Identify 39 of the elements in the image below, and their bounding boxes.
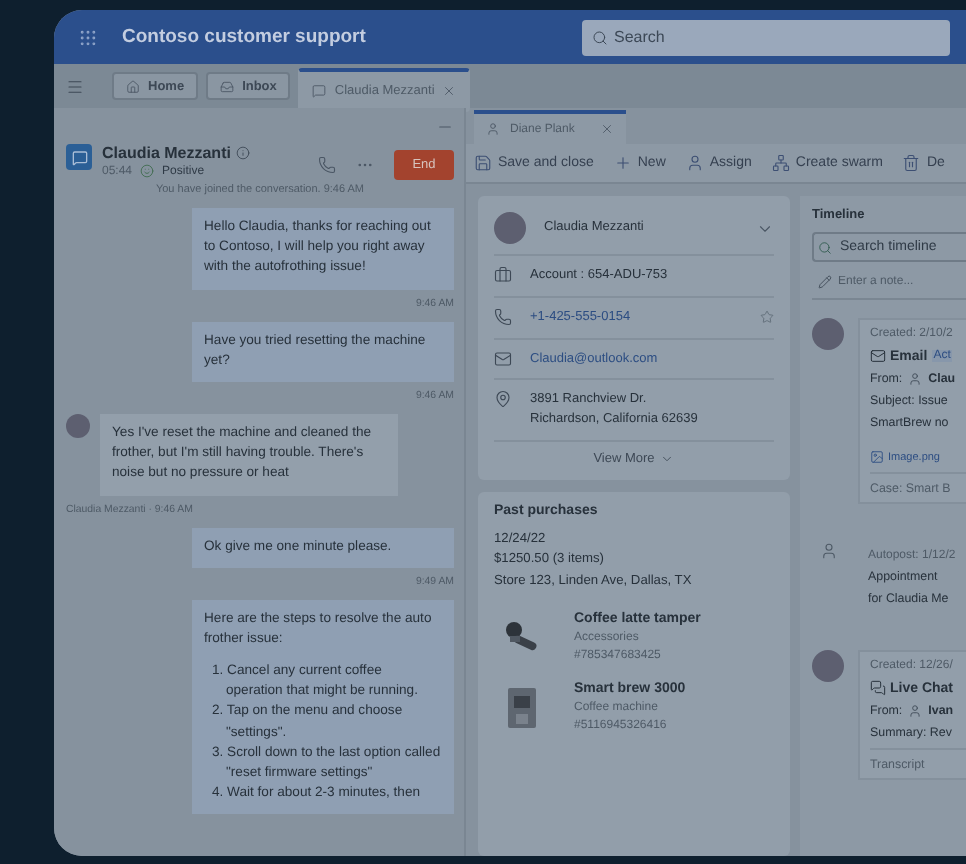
- chevron-down-icon: [660, 451, 675, 466]
- close-icon[interactable]: [442, 84, 457, 98]
- image-icon: [870, 450, 884, 464]
- save-icon: [474, 154, 492, 172]
- smile-icon: [140, 164, 155, 178]
- person-icon: [908, 704, 923, 718]
- person-icon: [908, 372, 923, 386]
- mail-icon: [870, 348, 886, 364]
- app-title: Contoso customer support: [122, 26, 368, 48]
- info-icon: [236, 146, 251, 160]
- close-icon[interactable]: [600, 122, 614, 136]
- search-icon: [592, 29, 608, 45]
- network-icon: [771, 154, 790, 172]
- map-pin-icon: [494, 390, 512, 409]
- pencil-icon: [818, 275, 832, 290]
- chat-channel-icon: [66, 144, 92, 170]
- trash-icon: [902, 154, 921, 172]
- plus-icon: [613, 154, 632, 172]
- avatar: [812, 650, 844, 682]
- person-icon: [685, 154, 704, 172]
- phone-icon: [494, 308, 512, 327]
- mail-icon: [494, 349, 512, 368]
- person-icon: [819, 542, 837, 560]
- customer-name: Claudia Mezzanti: [102, 144, 231, 162]
- menu-icon[interactable]: [66, 77, 84, 95]
- search-field[interactable]: Search: [582, 19, 950, 55]
- avatar: [812, 318, 844, 350]
- inbox-icon: [220, 79, 235, 93]
- app-launcher-icon[interactable]: [78, 27, 98, 47]
- avatar: [494, 212, 526, 244]
- search-icon: [818, 240, 832, 254]
- avatar: [66, 413, 90, 438]
- phone-icon[interactable]: [318, 156, 336, 174]
- home-icon: [126, 79, 140, 93]
- star-icon[interactable]: [760, 310, 774, 325]
- chat-icon: [312, 84, 327, 98]
- person-icon: [486, 122, 500, 136]
- briefcase-icon: [494, 266, 512, 285]
- chat-icon: [870, 680, 886, 696]
